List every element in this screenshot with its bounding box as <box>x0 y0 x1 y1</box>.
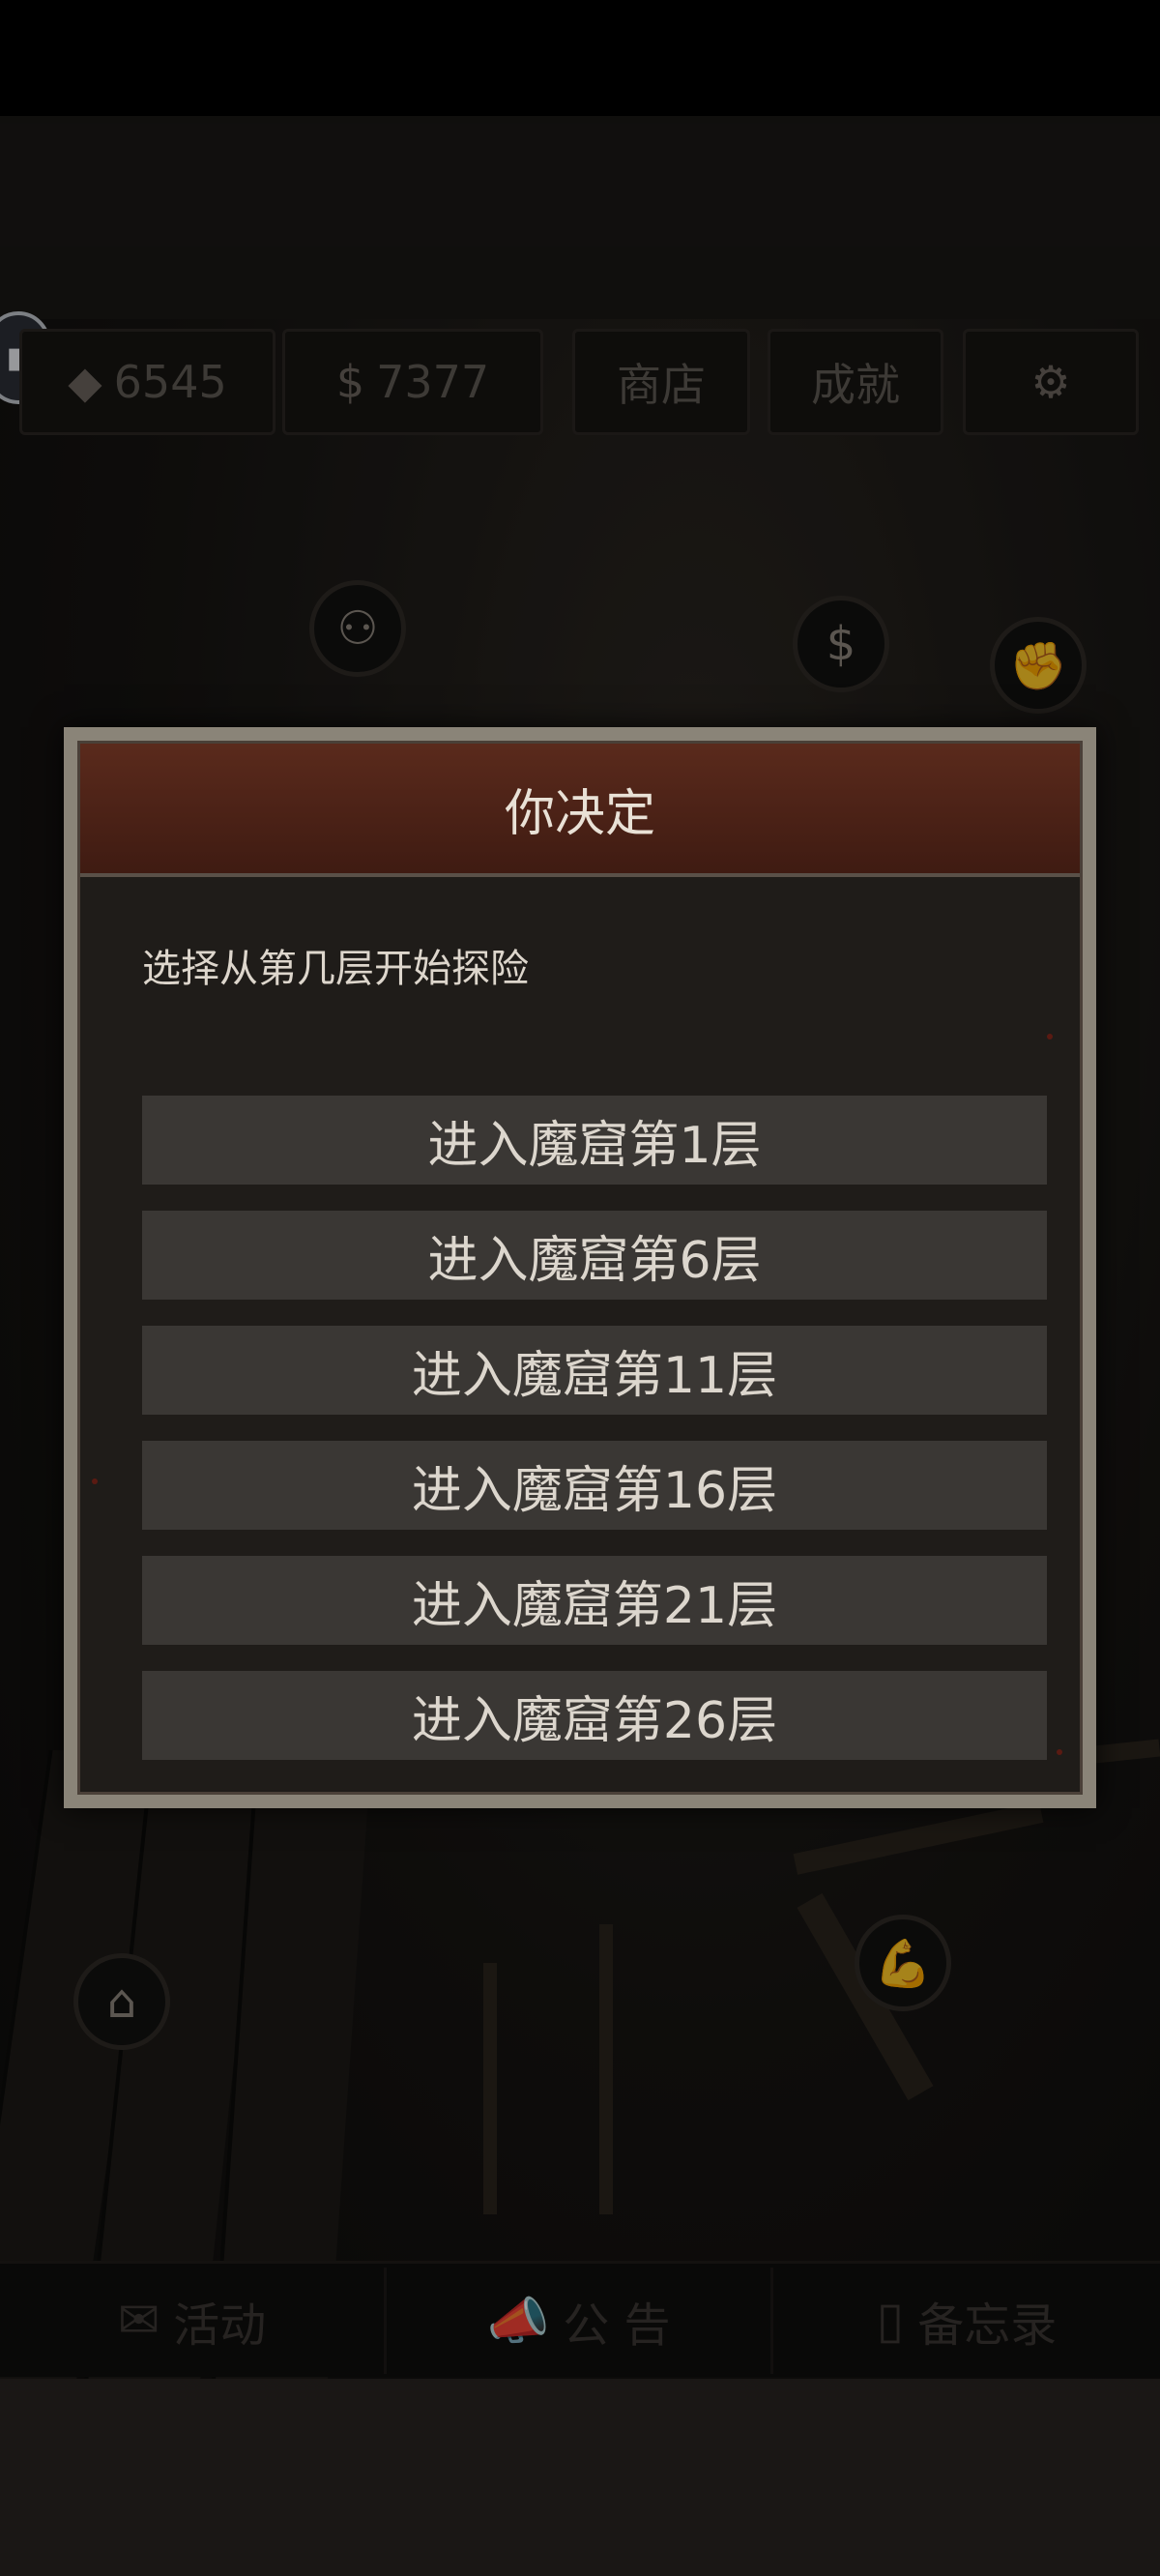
blood-speck <box>92 1478 98 1484</box>
dialog-body: 你决定 选择从第几层开始探险 进入魔窟第1层 进入魔窟第6层 进入魔窟第11层 … <box>77 741 1083 1795</box>
floor-option-button[interactable]: 进入魔窟第21层 <box>142 1556 1047 1645</box>
dialog-message: 选择从第几层开始探险 <box>142 947 529 991</box>
floor-option-button[interactable]: 进入魔窟第26层 <box>142 1671 1047 1760</box>
floor-select-dialog: 你决定 选择从第几层开始探险 进入魔窟第1层 进入魔窟第6层 进入魔窟第11层 … <box>64 727 1096 1808</box>
floor-option-label: 进入魔窟第6层 <box>427 1231 762 1290</box>
status-bar <box>0 0 1160 116</box>
dialog-title: 你决定 <box>504 784 655 843</box>
floor-option-label: 进入魔窟第16层 <box>411 1461 778 1520</box>
floor-option-button[interactable]: 进入魔窟第6层 <box>142 1211 1047 1300</box>
floor-option-button[interactable]: 进入魔窟第16层 <box>142 1441 1047 1530</box>
blood-speck <box>1057 1749 1062 1755</box>
bottom-spacer <box>0 2379 1160 2576</box>
dialog-header: 你决定 <box>80 744 1080 877</box>
floor-option-label: 进入魔窟第1层 <box>427 1116 762 1175</box>
floor-option-label: 进入魔窟第11层 <box>411 1346 778 1405</box>
floor-option-label: 进入魔窟第26层 <box>411 1691 778 1750</box>
floor-option-button[interactable]: 进入魔窟第11层 <box>142 1326 1047 1415</box>
blood-speck <box>1047 1034 1053 1039</box>
floor-option-button[interactable]: 进入魔窟第1层 <box>142 1096 1047 1185</box>
floor-option-label: 进入魔窟第21层 <box>411 1576 778 1635</box>
